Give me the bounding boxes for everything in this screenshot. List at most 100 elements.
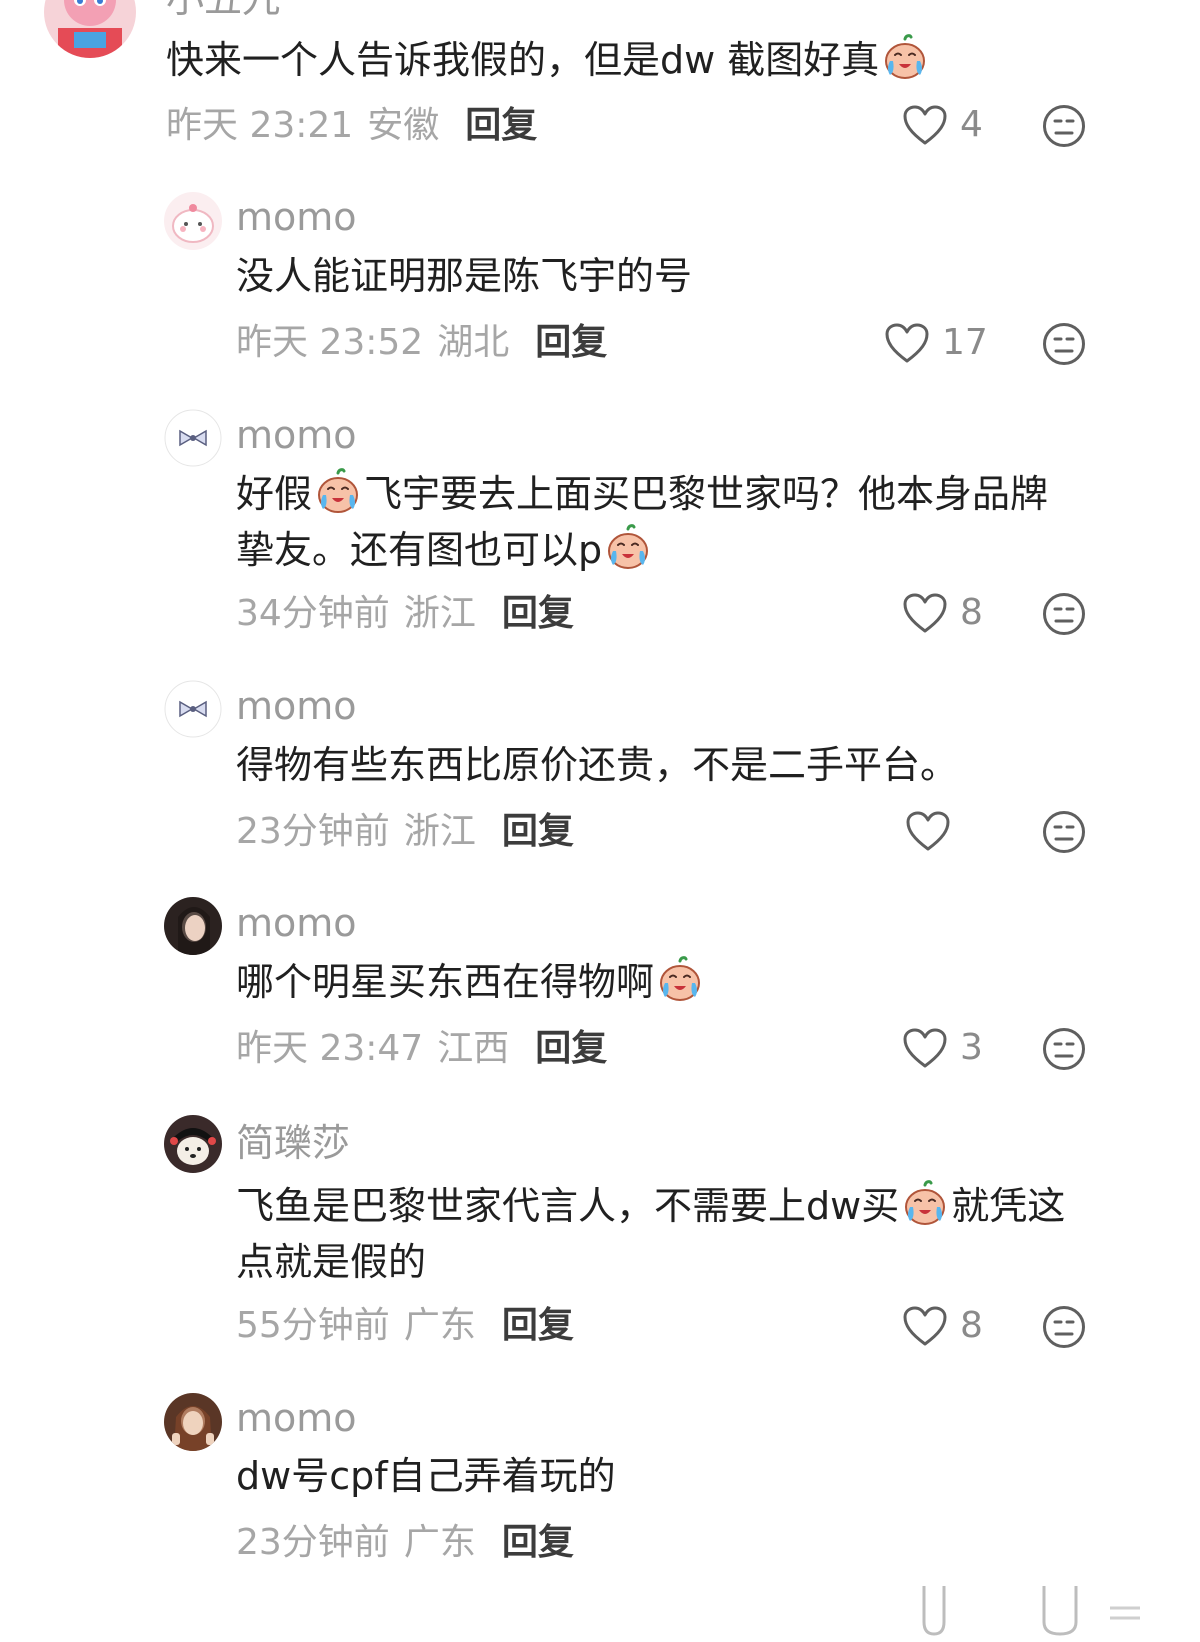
reply-button[interactable]: 回复 xyxy=(502,1305,574,1346)
location: 江西 xyxy=(437,1028,510,1069)
bottom-icons-icon xyxy=(922,1586,1140,1636)
comment-meta: 23分钟前 浙江 回复 xyxy=(236,814,574,850)
portrait-avatar-icon xyxy=(164,897,222,955)
reply-button[interactable]: 回复 xyxy=(465,105,537,146)
comment-meta: 23分钟前 广东 回复 xyxy=(236,1525,574,1561)
comment-text-part: 快来一个人告诉我假的，但是dw 截图好真 xyxy=(166,38,880,82)
reply-button[interactable]: 回复 xyxy=(502,593,574,634)
heart-icon xyxy=(905,810,951,852)
meh-face-icon xyxy=(1042,104,1086,148)
heart-icon xyxy=(902,104,948,146)
location: 安徽 xyxy=(367,105,440,146)
like-count: 8 xyxy=(960,592,983,633)
meh-face-icon xyxy=(1042,322,1086,366)
bottom-action-bar xyxy=(900,1578,1160,1638)
avatar[interactable] xyxy=(164,680,222,738)
timestamp: 34分钟前 xyxy=(236,593,390,634)
comment-meta: 34分钟前 浙江 回复 xyxy=(236,596,574,632)
timestamp: 昨天 23:21 xyxy=(166,105,354,146)
heart-icon xyxy=(902,1305,948,1347)
meh-face-icon xyxy=(1042,1027,1086,1071)
comment-text: 哪个明星买东西在得物啊 xyxy=(236,954,706,1010)
username[interactable]: momo xyxy=(236,904,357,942)
heart-icon xyxy=(884,322,930,364)
comment-text-part: 点就是假的 xyxy=(236,1240,427,1284)
like-button[interactable] xyxy=(905,810,963,852)
comment-meta: 55分钟前 广东 回复 xyxy=(236,1308,574,1344)
bow-avatar-icon xyxy=(164,680,222,738)
avatar[interactable] xyxy=(164,897,222,955)
pink-blob-avatar-icon xyxy=(164,192,222,250)
heart-icon xyxy=(902,592,948,634)
meh-face-icon xyxy=(1042,810,1086,854)
crying-emoji-icon xyxy=(656,955,704,1003)
username[interactable]: momo xyxy=(236,416,357,454)
avatar[interactable] xyxy=(44,0,136,58)
reply-button[interactable]: 回复 xyxy=(502,1522,574,1563)
comment-text: 好假 飞宇要去上面买巴黎世家吗？他本身品牌 挚友。还有图也可以p xyxy=(236,466,1048,578)
comment-text: 没人能证明那是陈飞宇的号 xyxy=(236,254,693,298)
comment-text: 快来一个人告诉我假的，但是dw 截图好真 xyxy=(166,32,931,88)
comment-meta: 昨天 23:47 江西 回复 xyxy=(236,1031,607,1067)
bow-avatar-icon xyxy=(164,409,222,467)
comment-text: 飞鱼是巴黎世家代言人，不需要上dw买 就凭这 点就是假的 xyxy=(236,1178,1065,1290)
avatar[interactable] xyxy=(164,409,222,467)
crying-emoji-icon xyxy=(881,33,929,81)
like-button[interactable]: 8 xyxy=(902,1305,983,1347)
comment-text-part: 哪个明星买东西在得物啊 xyxy=(236,960,655,1004)
username[interactable]: 简瓅莎 xyxy=(236,1124,350,1162)
pink-character-avatar-icon xyxy=(44,0,136,58)
avatar[interactable] xyxy=(164,1393,222,1451)
dog-avatar-icon xyxy=(164,1115,222,1173)
avatar[interactable] xyxy=(164,1115,222,1173)
like-count: 8 xyxy=(960,1305,983,1346)
location: 湖北 xyxy=(437,322,510,363)
comment-text-part: 飞鱼是巴黎世家代言人，不需要上dw买 xyxy=(236,1184,900,1228)
crying-emoji-icon xyxy=(901,1179,949,1227)
reply-button[interactable]: 回复 xyxy=(535,322,607,363)
dislike-button[interactable] xyxy=(1042,810,1086,854)
username[interactable]: momo xyxy=(236,198,357,236)
meh-face-icon xyxy=(1042,1305,1086,1349)
like-count: 3 xyxy=(960,1027,983,1068)
timestamp: 昨天 23:47 xyxy=(236,1028,424,1069)
dislike-button[interactable] xyxy=(1042,1305,1086,1349)
comment-text: dw号cpf自己弄着玩的 xyxy=(236,1454,616,1498)
location: 广东 xyxy=(403,1305,476,1346)
timestamp: 23分钟前 xyxy=(236,811,390,852)
timestamp: 23分钟前 xyxy=(236,1522,390,1563)
comment-text-part: 好假 xyxy=(236,472,313,516)
username[interactable]: momo xyxy=(236,1399,357,1437)
like-button[interactable]: 8 xyxy=(902,592,983,634)
comment-meta: 昨天 23:52 湖北 回复 xyxy=(236,325,607,361)
location: 浙江 xyxy=(403,811,476,852)
username[interactable]: 小五九 xyxy=(166,0,280,18)
dislike-button[interactable] xyxy=(1042,104,1086,148)
like-count: 17 xyxy=(942,322,988,363)
comment-meta: 昨天 23:21 安徽 回复 xyxy=(166,108,537,144)
dislike-button[interactable] xyxy=(1042,322,1086,366)
like-button[interactable]: 3 xyxy=(902,1027,983,1069)
username[interactable]: momo xyxy=(236,687,357,725)
crying-emoji-icon xyxy=(604,523,652,571)
meh-face-icon xyxy=(1042,592,1086,636)
location: 广东 xyxy=(403,1522,476,1563)
timestamp: 55分钟前 xyxy=(236,1305,390,1346)
like-button[interactable]: 17 xyxy=(884,322,988,364)
like-count: 4 xyxy=(960,104,983,145)
crying-emoji-icon xyxy=(314,467,362,515)
heart-icon xyxy=(902,1027,948,1069)
comment-text-part: 就凭这 xyxy=(951,1184,1066,1228)
reply-button[interactable]: 回复 xyxy=(535,1028,607,1069)
avatar[interactable] xyxy=(164,192,222,250)
location: 浙江 xyxy=(403,593,476,634)
timestamp: 昨天 23:52 xyxy=(236,322,424,363)
comment-text-part: 挚友。还有图也可以p xyxy=(236,528,603,572)
dislike-button[interactable] xyxy=(1042,592,1086,636)
portrait-avatar-icon xyxy=(164,1393,222,1451)
reply-button[interactable]: 回复 xyxy=(502,811,574,852)
dislike-button[interactable] xyxy=(1042,1027,1086,1071)
comment-text-part: 飞宇要去上面买巴黎世家吗？他本身品牌 xyxy=(364,472,1049,516)
like-button[interactable]: 4 xyxy=(902,104,983,146)
comment-text: 得物有些东西比原价还贵，不是二手平台。 xyxy=(236,743,959,787)
